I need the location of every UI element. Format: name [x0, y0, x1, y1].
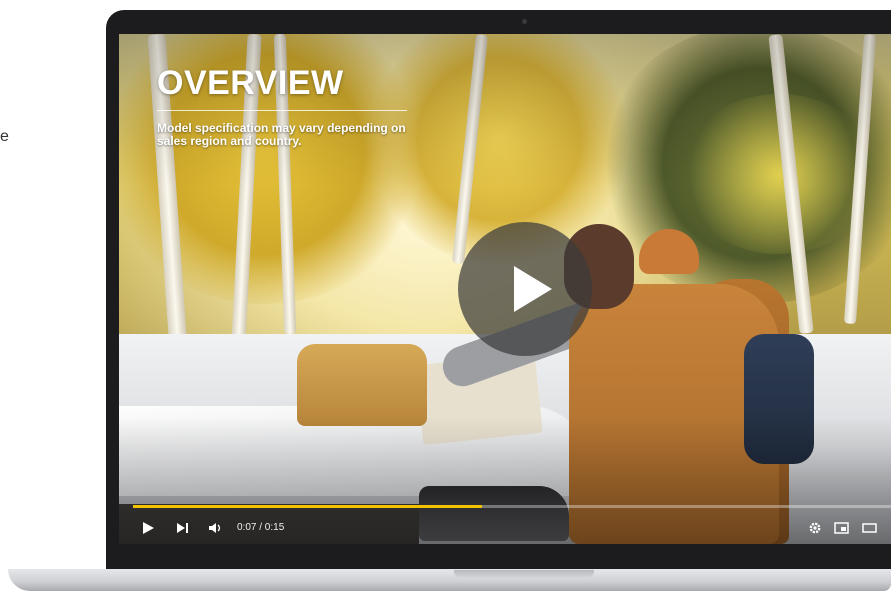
video-subtitle: Model specification may vary depending o… [157, 121, 406, 148]
theater-mode-icon [862, 523, 877, 533]
skip-next-icon [177, 523, 188, 533]
laptop-bezel [106, 544, 891, 570]
volume-button[interactable] [207, 518, 223, 538]
play-button[interactable] [141, 518, 157, 538]
play-overlay-button[interactable] [458, 222, 592, 356]
miniplayer-button[interactable] [833, 518, 851, 538]
progress-fill [133, 505, 482, 508]
next-button[interactable] [175, 518, 191, 538]
control-bar: 0:07 / 0:15 [119, 512, 891, 544]
play-icon [143, 522, 154, 534]
laptop-base [8, 569, 891, 591]
video-player[interactable]: OVERVIEW Model specification may vary de… [119, 34, 891, 544]
side-text: e [0, 128, 9, 145]
gear-icon [809, 522, 821, 534]
progress-bar[interactable] [133, 505, 891, 508]
play-icon [514, 266, 552, 312]
title-divider [157, 110, 407, 111]
theater-mode-button[interactable] [861, 518, 879, 538]
miniplayer-icon [834, 522, 849, 534]
time-display: 0:07 / 0:15 [237, 522, 285, 533]
camera-icon [522, 19, 527, 24]
laptop-notch [454, 570, 594, 579]
volume-icon [209, 523, 221, 533]
video-title: OVERVIEW [157, 64, 344, 102]
settings-button[interactable] [807, 518, 823, 538]
